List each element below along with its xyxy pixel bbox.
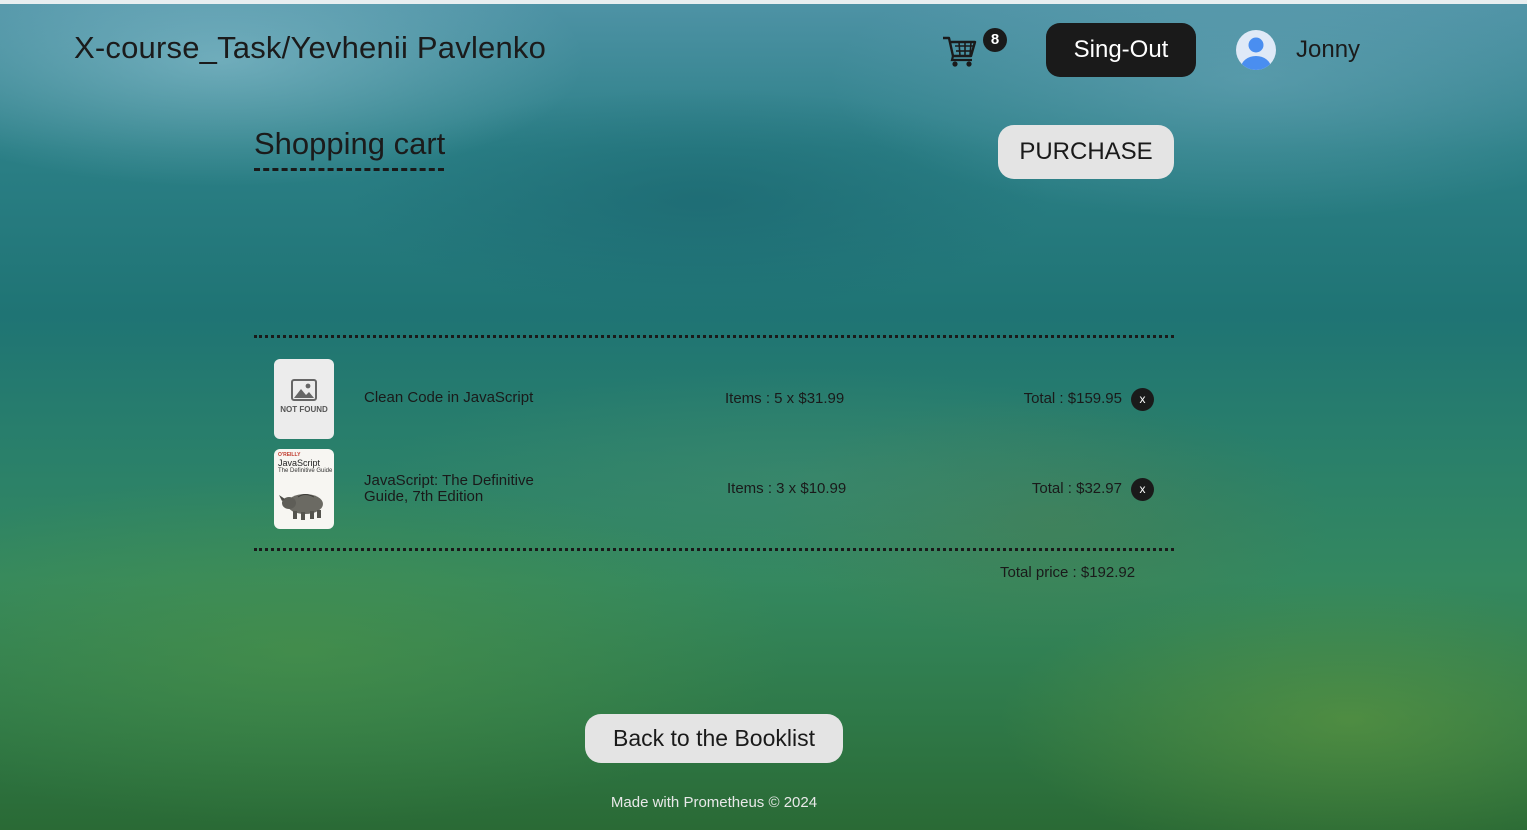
purchase-button[interactable]: PURCHASE (998, 125, 1174, 179)
cart-item-row: O'REILLY JavaScript The Definitive Guide… (254, 449, 1174, 529)
book-cover-image: O'REILLY JavaScript The Definitive Guide (274, 449, 334, 529)
cart-divider-bottom (254, 548, 1174, 551)
not-found-label: NOT FOUND (280, 405, 328, 414)
remove-item-button[interactable]: x (1131, 388, 1154, 411)
cart-divider-top (254, 335, 1174, 338)
cart-count-badge: 8 (983, 28, 1007, 52)
back-to-booklist-button[interactable]: Back to the Booklist (585, 714, 843, 763)
cover-subtitle: The Definitive Guide (278, 468, 333, 474)
remove-item-button[interactable]: x (1131, 478, 1154, 501)
rhino-illustration-icon (279, 494, 323, 520)
user-avatar-icon[interactable] (1236, 30, 1276, 70)
cart-link[interactable] (942, 34, 982, 68)
book-title: Clean Code in JavaScript (364, 389, 534, 406)
footer-text: Made with Prometheus © 2024 (610, 794, 818, 811)
site-brand[interactable]: X-course_Task/Yevhenii Pavlenko (74, 30, 546, 66)
item-total: Total : $159.95 (1023, 390, 1122, 407)
shopping-cart-icon (943, 36, 977, 67)
page-title: Shopping cart (254, 126, 445, 171)
item-quantity-price: Items : 5 x $31.99 (725, 390, 845, 407)
cover-title: JavaScript (278, 458, 321, 468)
cart-total-price: Total price : $192.92 (1000, 564, 1136, 581)
image-placeholder-icon (291, 379, 317, 401)
sign-out-button[interactable]: Sing-Out (1046, 23, 1196, 77)
book-title: JavaScript: The Definitive Guide, 7th Ed… (364, 472, 534, 505)
item-total: Total : $32.97 (1031, 480, 1122, 497)
window-top-border (0, 0, 1527, 4)
username: Jonny (1296, 36, 1361, 63)
book-thumbnail-not-found: NOT FOUND (274, 359, 334, 439)
cart-item-row: NOT FOUND Clean Code in JavaScript Items… (254, 359, 1174, 439)
item-quantity-price: Items : 3 x $10.99 (727, 480, 847, 497)
